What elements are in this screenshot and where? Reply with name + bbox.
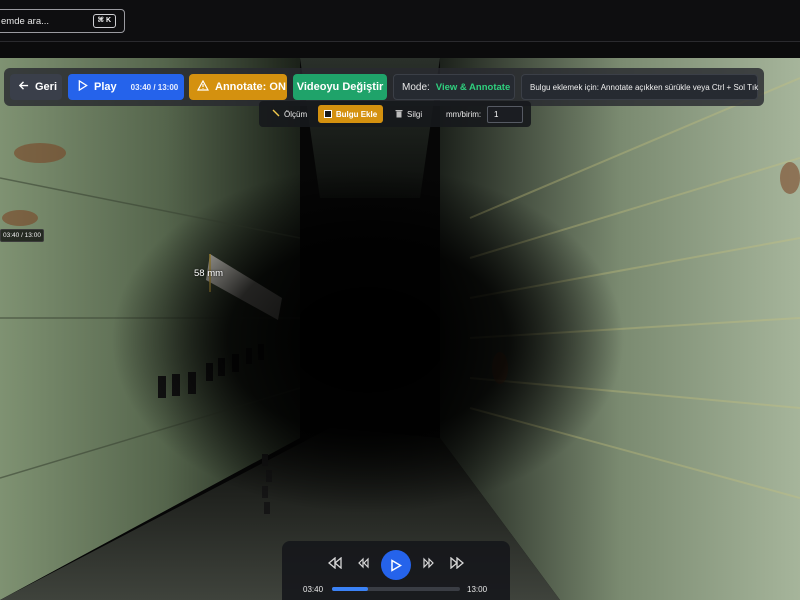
arrow-left-icon: [18, 80, 29, 94]
forward-icon[interactable]: [423, 557, 437, 571]
ruler-icon: [272, 109, 280, 119]
player-play-button[interactable]: [381, 550, 411, 580]
hint-text: Bulgu eklemek için: Annotate açıkken sür…: [530, 82, 759, 92]
top-bar: emde ara... ⌘ K: [0, 0, 800, 42]
play-icon: [78, 79, 88, 94]
play-time: 03:40 / 13:00: [130, 82, 179, 92]
warning-icon: [196, 79, 210, 94]
current-time: 03:40: [303, 585, 324, 594]
annotate-label: Annotate: ON: [215, 81, 286, 93]
skip-back-icon[interactable]: [327, 556, 342, 571]
change-video-label: Videoyu Değiştir: [296, 81, 384, 93]
progress-track[interactable]: [332, 587, 460, 591]
search-placeholder: emde ara...: [1, 15, 50, 27]
timestamp-overlay: 03:40 / 13:00: [0, 229, 44, 242]
square-icon: [323, 110, 332, 118]
shortcut-badge: ⌘ K: [92, 14, 116, 28]
play-button[interactable]: Play 03:40 / 13:00: [68, 74, 184, 100]
back-button[interactable]: Geri: [10, 74, 62, 100]
pipe-video-image: [0, 58, 800, 600]
add-finding-label: Bulgu Ekle: [335, 109, 378, 119]
unit-label: mm/birim:: [446, 109, 482, 119]
mode-key: Mode:: [402, 81, 430, 93]
measure-label: Ölçüm: [284, 109, 308, 119]
trash-icon: [395, 109, 403, 120]
mode-indicator: Mode: View & Annotate: [393, 74, 515, 100]
eraser-tool-button[interactable]: Silgi: [395, 105, 422, 123]
mode-value: View & Annotate: [435, 81, 511, 93]
rewind-icon[interactable]: [357, 557, 371, 571]
unit-input[interactable]: 1: [487, 106, 523, 123]
search-input[interactable]: emde ara... ⌘ K: [0, 9, 125, 33]
hint-text-box: Bulgu eklemek için: Annotate açıkken sür…: [521, 74, 758, 100]
skip-forward-icon[interactable]: [450, 556, 465, 571]
add-finding-button[interactable]: Bulgu Ekle: [318, 105, 383, 123]
change-video-button[interactable]: Videoyu Değiştir: [293, 74, 387, 100]
back-label: Geri: [35, 81, 58, 93]
play-label: Play: [94, 81, 117, 93]
annotate-toggle-button[interactable]: Annotate: ON: [189, 74, 287, 100]
eraser-label: Silgi: [407, 109, 423, 119]
measure-tool-button[interactable]: Ölçüm: [272, 105, 307, 123]
video-frame[interactable]: [0, 58, 800, 600]
progress-fill: [332, 587, 369, 591]
measurement-label: 58 mm: [194, 268, 224, 279]
total-time: 13:00: [467, 585, 488, 594]
play-icon: [391, 558, 402, 572]
